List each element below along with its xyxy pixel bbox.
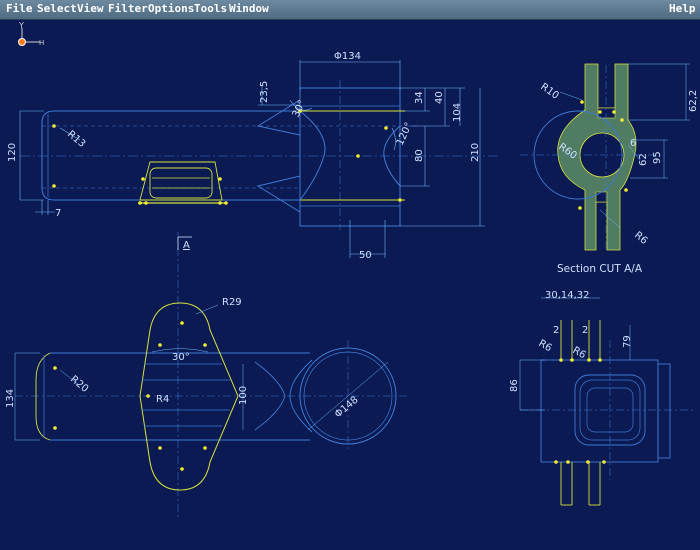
dim-7: 7 [55,208,61,219]
dim-62-2: 62,2 [688,90,699,112]
dim-80: 80 [414,149,425,162]
axis-y-label: Y [18,21,24,30]
dim-6: 6 [630,138,636,149]
menu-select[interactable]: Select [37,2,77,15]
dim-34: 34 [414,91,425,104]
menu-options[interactable]: Options [148,2,194,15]
dim-95: 95 [652,151,663,164]
dim-210: 210 [470,143,481,162]
drawing-canvas[interactable]: Y H Φ134 23,5 30° 34 40 104 120° 80 210 … [0,20,700,546]
dim-30-deg-top: 30° [172,352,190,363]
menu-file[interactable]: File [6,2,33,15]
dim-62: 62 [638,153,649,166]
origin-icon[interactable] [18,38,26,46]
dim-100: 100 [238,386,249,405]
menu-help[interactable]: Help [669,2,696,15]
drawing-svg: Y H Φ134 23,5 30° 34 40 104 120° 80 210 … [0,20,700,546]
section-marker-label: A [183,240,190,251]
dim-50: 50 [359,250,372,261]
dim-120: 120 [7,143,18,162]
axis-x-label: H [39,39,44,47]
dim-30-14-32: 30,14,32 [545,290,590,301]
menu-tools[interactable]: Tools [194,2,227,15]
dim-134: 134 [5,389,16,408]
menu-filter[interactable]: Filter [108,2,148,15]
section-caption: Section CUT A/A [557,263,643,275]
dim-104: 104 [452,103,463,122]
dim-2-left: 2 [553,325,559,336]
dim-79: 79 [622,335,633,348]
menu-view[interactable]: View [77,2,104,15]
menu-window[interactable]: Window [229,2,269,15]
dim-86: 86 [509,379,520,392]
dim-r29: R29 [222,297,242,308]
dim-23-5: 23,5 [259,81,270,103]
dim-r4: R4 [156,394,169,405]
dim-2-right: 2 [582,325,588,336]
dim-40: 40 [434,91,445,104]
menu-bar: File Select View Filter Options Tools Wi… [0,0,700,20]
dim-phi134: Φ134 [334,51,361,62]
